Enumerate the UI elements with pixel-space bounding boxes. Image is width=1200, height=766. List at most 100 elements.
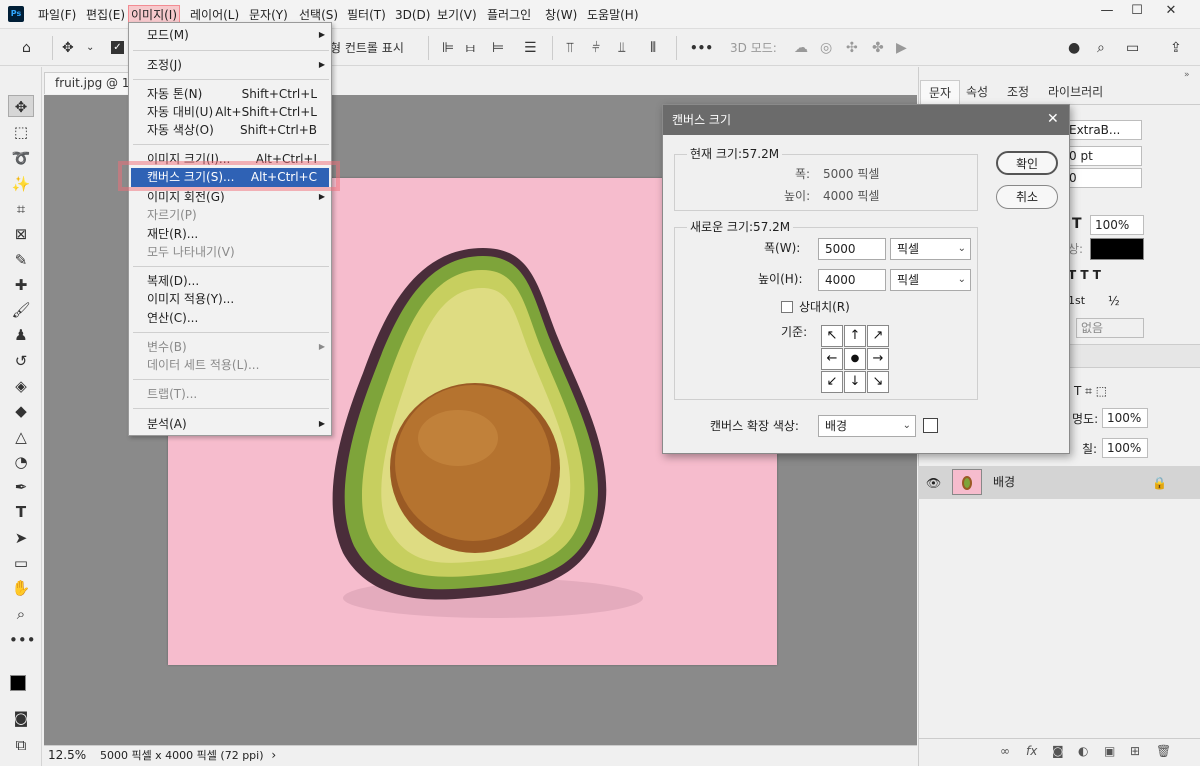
anchor-bottom-left[interactable]: ↙: [821, 371, 843, 393]
crop-tool-icon[interactable]: ⌗: [9, 198, 33, 220]
anchor-right[interactable]: →: [867, 348, 889, 370]
tab-adjustments[interactable]: 조정: [999, 80, 1037, 104]
opacity-input[interactable]: 100%: [1102, 408, 1148, 428]
width-input[interactable]: 5000: [818, 238, 886, 260]
leading-select[interactable]: 0: [1064, 168, 1142, 188]
anchor-left[interactable]: ←: [821, 348, 843, 370]
anchor-center[interactable]: ●: [844, 348, 866, 370]
menu-window[interactable]: 창(W): [545, 6, 577, 24]
fraction-label[interactable]: ½: [1108, 292, 1120, 310]
3d-pan-icon[interactable]: ✣: [846, 39, 858, 57]
panel-collapse-icon[interactable]: »: [1184, 70, 1190, 80]
healing-brush-icon[interactable]: ✚: [9, 274, 33, 296]
more-options-icon[interactable]: •••: [690, 39, 713, 57]
magic-wand-icon[interactable]: ✨: [9, 173, 33, 195]
cancel-button[interactable]: 취소: [996, 185, 1058, 209]
fill-input[interactable]: 100%: [1102, 438, 1148, 458]
image-menu-item[interactable]: 자동 톤(N) Shift+Ctrl+L: [147, 85, 329, 103]
height-unit-select[interactable]: 픽셀 ⌄: [890, 269, 971, 291]
3d-roll-icon[interactable]: ◎: [820, 39, 832, 57]
image-menu-item[interactable]: 이미지 적용(Y)...: [147, 290, 329, 308]
account-icon[interactable]: ●: [1068, 39, 1080, 57]
align-bottom-icon[interactable]: ⫫: [618, 39, 626, 57]
adjustment-layer-icon[interactable]: ◐: [1078, 742, 1088, 760]
image-menu-item[interactable]: 모드(M) ▶: [147, 26, 329, 44]
image-menu-item[interactable]: 모두 나타내기(V): [147, 243, 329, 261]
image-menu-item[interactable]: 자동 대비(U) Alt+Shift+Ctrl+L: [147, 103, 329, 121]
relative-checkbox[interactable]: [781, 301, 793, 313]
layer-filter-icons[interactable]: T ⌗ ⬚: [1074, 382, 1107, 400]
move-tool-icon[interactable]: ✥: [62, 39, 74, 57]
tab-properties[interactable]: 속성: [958, 80, 996, 104]
ok-button[interactable]: 확인: [996, 151, 1058, 175]
menu-plugins[interactable]: 플러그인: [487, 6, 531, 24]
extension-color-select[interactable]: 배경 ⌄: [818, 415, 916, 437]
image-menu-item[interactable]: 복제(D)...: [147, 272, 329, 290]
anchor-bottom[interactable]: ↓: [844, 371, 866, 393]
image-menu-item[interactable]: 트랩(T)...: [147, 385, 329, 403]
eyedropper-icon[interactable]: ✎: [9, 249, 33, 271]
menu-help[interactable]: 도움말(H): [587, 6, 639, 24]
image-menu-item[interactable]: 변수(B) ▶: [147, 338, 329, 356]
folder-icon[interactable]: ▣: [1104, 742, 1115, 760]
width-unit-select[interactable]: 픽셀 ⌄: [890, 238, 971, 260]
workspace-icon[interactable]: ▭: [1126, 39, 1139, 57]
tab-libraries[interactable]: 라이브러리: [1040, 80, 1111, 104]
3d-slide-icon[interactable]: ✤: [872, 39, 884, 57]
tab-character[interactable]: 문자: [920, 80, 961, 104]
screen-mode-icon[interactable]: ⧉: [9, 734, 33, 756]
move-tool-icon[interactable]: ✥: [9, 96, 33, 118]
foreground-color-swatch[interactable]: [10, 675, 26, 691]
zoom-level[interactable]: 12.5%: [48, 748, 86, 762]
more-tools-icon[interactable]: •••: [9, 629, 36, 651]
visibility-eye-icon[interactable]: 👁: [926, 474, 941, 492]
image-menu-item[interactable]: 연산(C)...: [147, 309, 329, 327]
paint-bucket-icon[interactable]: ◆: [9, 400, 33, 422]
menu-edit[interactable]: 편집(E): [86, 6, 125, 24]
frame-tool-icon[interactable]: ⊠: [9, 223, 33, 245]
share-icon[interactable]: ⇪: [1170, 39, 1182, 57]
image-menu-item[interactable]: 자르기(P): [147, 206, 329, 224]
align-left-icon[interactable]: ⊫: [442, 39, 454, 57]
mask-icon[interactable]: ◙: [1052, 742, 1064, 760]
image-menu-item[interactable]: 데이터 세트 적용(L)...: [147, 356, 329, 374]
font-size-select[interactable]: 0 pt: [1064, 146, 1142, 166]
3d-orbit-icon[interactable]: ☁: [794, 39, 808, 57]
3d-camera-icon[interactable]: ▶: [896, 39, 907, 57]
menu-image[interactable]: 이미지(I): [128, 5, 181, 23]
stamp-tool-icon[interactable]: ♟: [9, 324, 33, 346]
antialias-select[interactable]: 없음: [1076, 318, 1144, 338]
anchor-top-left[interactable]: ↖: [821, 325, 843, 347]
hand-tool-icon[interactable]: ✋: [9, 577, 33, 599]
menu-view[interactable]: 보기(V): [437, 6, 477, 24]
new-layer-icon[interactable]: ⊞: [1130, 742, 1140, 760]
anchor-top-right[interactable]: ↗: [867, 325, 889, 347]
link-icon[interactable]: ∞: [1000, 742, 1010, 760]
align-center-icon[interactable]: ⧦: [466, 39, 475, 57]
underline-icon[interactable]: T T T: [1068, 266, 1101, 284]
path-select-icon[interactable]: ➤: [9, 527, 33, 549]
image-menu-item[interactable]: 분석(A) ▶: [147, 415, 329, 433]
status-arrow-icon[interactable]: ›: [271, 748, 276, 762]
height-input[interactable]: 4000: [818, 269, 886, 291]
close-window-button[interactable]: ✕: [1156, 0, 1186, 22]
image-menu-item[interactable]: 자동 색상(O) Shift+Ctrl+B: [147, 121, 329, 139]
home-icon[interactable]: ⌂: [22, 39, 31, 57]
quick-mask-icon[interactable]: ◙: [9, 707, 33, 729]
scale-input[interactable]: 100%: [1090, 215, 1144, 235]
distribute-icon[interactable]: ☰: [524, 39, 537, 57]
blur-tool-icon[interactable]: △: [9, 426, 33, 448]
minimize-button[interactable]: —: [1092, 0, 1122, 22]
auto-select-checkbox[interactable]: ✓: [111, 41, 124, 54]
text-color-swatch[interactable]: [1090, 238, 1144, 260]
dialog-close-icon[interactable]: ✕: [1047, 111, 1059, 127]
zoom-tool-icon[interactable]: ⌕: [9, 603, 33, 625]
distribute-vertical-icon[interactable]: ⦀: [650, 39, 656, 57]
font-style-select[interactable]: ExtraB...: [1064, 120, 1142, 140]
align-top-icon[interactable]: ⫪: [566, 39, 574, 57]
align-right-icon[interactable]: ⊨: [492, 39, 504, 57]
menu-file[interactable]: 파일(F): [38, 6, 76, 24]
trash-icon[interactable]: 🗑: [1156, 742, 1171, 760]
maximize-button[interactable]: ☐: [1122, 0, 1152, 22]
fx-icon[interactable]: fx: [1026, 742, 1037, 760]
